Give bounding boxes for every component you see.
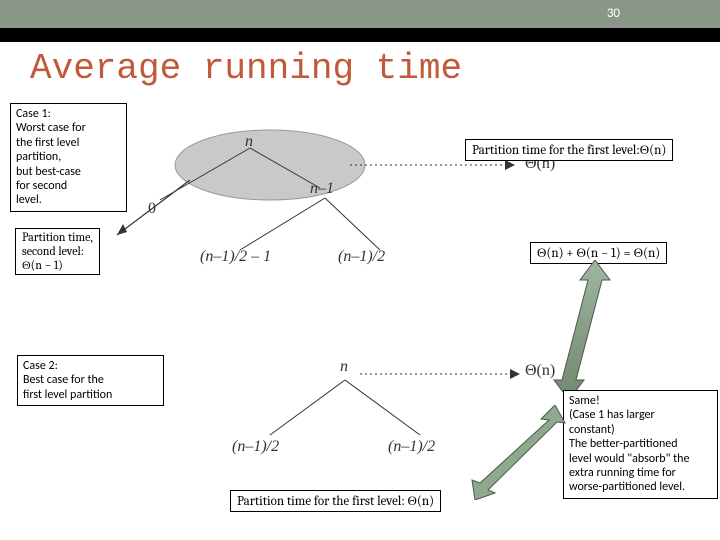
node-split-b: (n–1)/2 [338, 248, 385, 266]
partition-first-top-box: Partition time for the first level:Θ(n) [465, 139, 673, 161]
node-n-top: n [245, 133, 253, 151]
node-split-a: (n–1)/2 – 1 [200, 248, 271, 266]
theta-n-label-bottom: Θ(n) [525, 362, 555, 380]
theta-eq-box: Θ(n) + Θ(n − 1) = Θ(n) [530, 242, 667, 264]
partition-first-bottom-box: Partition time for the first level: Θ(n) [230, 490, 441, 512]
node-split2-a: (n–1)/2 [232, 438, 279, 456]
partition-second-box: Partition time, second level: Θ(n − 1) [15, 228, 100, 275]
same-note-text: Same! (Case 1 has larger constant) The b… [569, 394, 689, 494]
case2-box: Case 2: Best case for the first level pa… [17, 355, 164, 406]
case2-text: Case 2: Best case for the first level pa… [23, 359, 112, 402]
slide-header: 30 [0, 0, 720, 28]
slide-title: Average running time [30, 48, 462, 89]
case1-box: Case 1: Worst case for the first level p… [10, 103, 127, 212]
same-note-box: Same! (Case 1 has larger constant) The b… [563, 390, 718, 499]
node-n-bottom: n [340, 358, 348, 376]
node-zero: 0 [148, 200, 156, 218]
node-split2-b: (n–1)/2 [388, 438, 435, 456]
slide-number: 30 [607, 6, 620, 21]
case1-text: Case 1: Worst case for the first level p… [16, 107, 86, 207]
node-nminus1: n–1 [310, 180, 334, 198]
header-strip [0, 28, 720, 42]
partition-second-text: Partition time, second level: Θ(n − 1) [22, 230, 93, 272]
